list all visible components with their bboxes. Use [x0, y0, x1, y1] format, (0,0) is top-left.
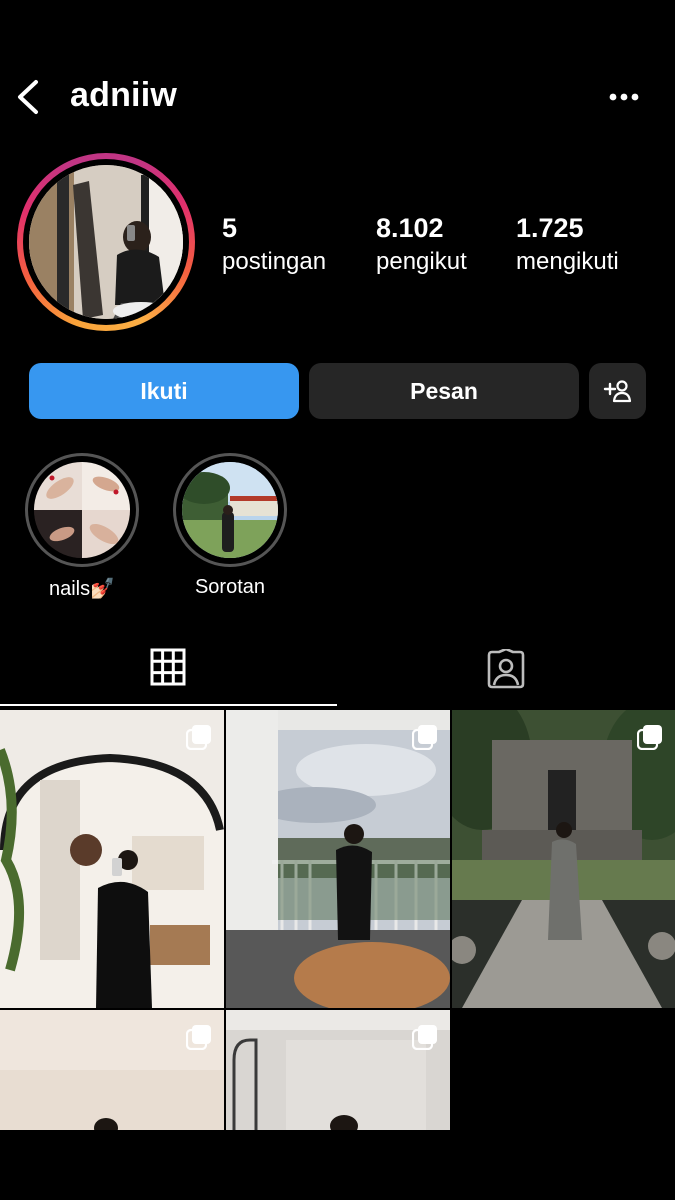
- tab-posts-grid[interactable]: [150, 648, 188, 688]
- highlight-sorotan[interactable]: [173, 453, 287, 567]
- highlight-sorotan-cover: [182, 462, 278, 558]
- chevron-left-icon: [18, 80, 38, 114]
- follow-button[interactable]: Ikuti: [29, 363, 299, 419]
- suggested-accounts-button[interactable]: [589, 363, 646, 419]
- more-options-button[interactable]: [604, 82, 644, 112]
- carousel-icon: [412, 1025, 437, 1050]
- profile-username: adniiw: [70, 76, 177, 114]
- carousel-icon: [186, 1025, 211, 1050]
- active-tab-indicator: [0, 704, 337, 706]
- carousel-icon: [186, 725, 211, 750]
- back-button[interactable]: [14, 78, 44, 116]
- stat-followers[interactable]: 8.102 pengikut: [376, 213, 467, 276]
- stat-posts[interactable]: 5 postingan: [222, 213, 326, 276]
- highlight-nails[interactable]: [25, 453, 139, 567]
- stat-following-count: 1.725: [516, 213, 584, 243]
- highlight-sorotan-label: Sorotan: [194, 576, 266, 598]
- highlight-nails-cover: [34, 462, 130, 558]
- stat-posts-count: 5: [222, 213, 238, 243]
- stat-following[interactable]: 1.725 mengikuti: [516, 213, 619, 276]
- add-person-icon: [603, 380, 631, 403]
- carousel-icon: [412, 725, 437, 750]
- post-thumbnail-3[interactable]: [452, 710, 675, 1008]
- stat-following-label: mengikuti: [516, 248, 619, 275]
- carousel-icon: [637, 725, 662, 750]
- post-thumbnail-4[interactable]: [0, 1010, 224, 1130]
- profile-avatar[interactable]: [17, 153, 195, 331]
- post-thumbnail-2[interactable]: [226, 710, 450, 1008]
- highlight-nails-label: nails💅🏻: [48, 578, 116, 600]
- stat-followers-label: pengikut: [376, 248, 467, 275]
- message-button[interactable]: Pesan: [309, 363, 579, 419]
- post-thumbnail-1[interactable]: [0, 710, 224, 1008]
- stat-followers-count: 8.102: [376, 213, 444, 243]
- avatar-photo: [29, 165, 183, 319]
- post-thumbnail-5[interactable]: [226, 1010, 450, 1130]
- more-horizontal-icon: [609, 93, 639, 101]
- grid-icon: [150, 648, 186, 686]
- tagged-person-icon: [487, 647, 525, 689]
- stat-posts-label: postingan: [222, 248, 327, 275]
- tab-tagged[interactable]: [485, 647, 527, 689]
